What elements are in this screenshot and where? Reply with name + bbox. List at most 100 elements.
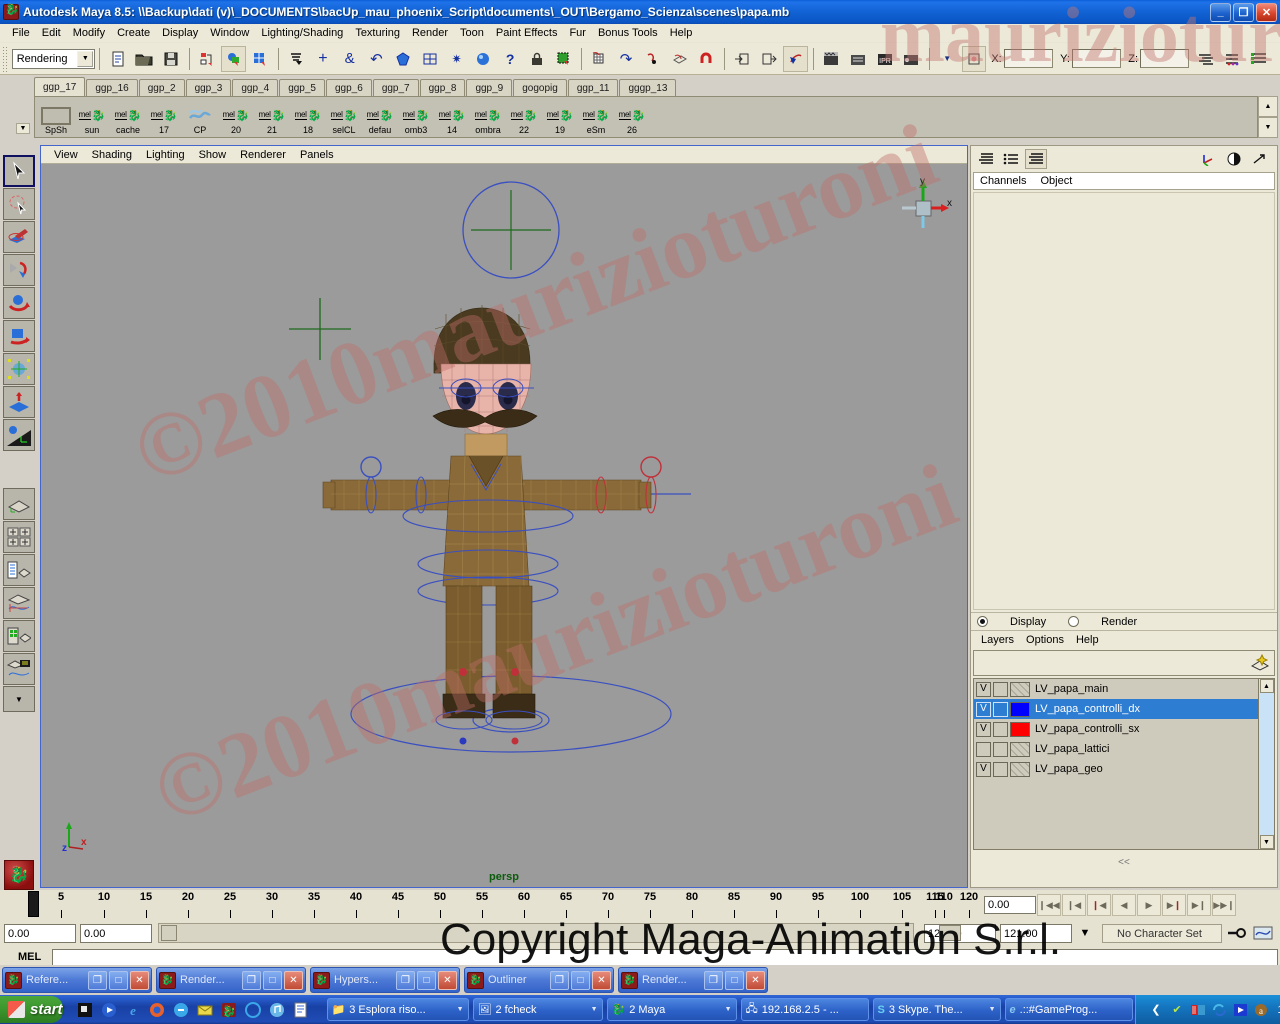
single-perspective-layout[interactable] (3, 488, 35, 520)
child-maximize-button[interactable]: □ (109, 970, 128, 990)
layer-playback-toggle[interactable] (993, 721, 1008, 737)
show-manipulator-dropdown-icon[interactable]: ▼ (935, 46, 960, 72)
viewport-menu-renderer[interactable]: Renderer (233, 149, 293, 161)
child-close-button[interactable]: ✕ (592, 970, 611, 990)
ipr-render-icon[interactable]: IPR (872, 46, 897, 72)
layer-visibility-toggle[interactable]: V (976, 761, 991, 777)
layer-playback-toggle[interactable] (993, 701, 1008, 717)
animation-preferences-icon[interactable] (1252, 923, 1274, 943)
chevron-down-icon[interactable]: ▼ (77, 50, 94, 67)
layer-visibility-toggle[interactable]: V (976, 721, 991, 737)
child-restore-button[interactable]: ❐ (396, 970, 415, 990)
layer-row[interactable]: V LV_papa_controlli_dx (974, 699, 1274, 719)
child-maximize-button[interactable]: □ (263, 970, 282, 990)
shelf-tab-ggp_7[interactable]: ggp_7 (372, 79, 419, 96)
menu-create[interactable]: Create (111, 26, 156, 40)
child-restore-button[interactable]: ❐ (704, 970, 723, 990)
opera-icon[interactable] (244, 1001, 262, 1019)
shelf-tab-ggp_3[interactable]: ggp_3 (185, 79, 232, 96)
show-manipulator-icon[interactable] (961, 45, 987, 72)
itunes-icon[interactable] (268, 1001, 286, 1019)
range-handle-left[interactable] (161, 925, 177, 941)
coord-y-field[interactable] (1071, 49, 1122, 68)
menu-modify[interactable]: Modify (67, 26, 111, 40)
taskbar-item-skype[interactable]: S 3 Skype. The... ▼ (872, 998, 1001, 1021)
scroll-up-icon[interactable]: ▲ (1259, 679, 1274, 693)
channel-box-icon[interactable] (1247, 46, 1272, 72)
menu-render[interactable]: Render (406, 26, 454, 40)
menu-file[interactable]: File (6, 26, 36, 40)
viewport-menu-view[interactable]: View (47, 149, 85, 161)
layer-playback-toggle[interactable] (993, 741, 1008, 757)
panel-collapse-handle[interactable]: << (971, 857, 1277, 869)
range-slider-track[interactable] (158, 923, 961, 943)
outliner-persp-layout[interactable] (3, 554, 35, 586)
new-scene-icon[interactable] (105, 46, 130, 72)
taskbar-item-fcheck[interactable]: 🖼 2 fcheck ▼ (472, 998, 603, 1021)
child-restore-button[interactable]: ❐ (242, 970, 261, 990)
shelf-button-18[interactable]: mel 🐉 18 (291, 99, 325, 135)
shelf-page-up-icon[interactable]: ▲ (1258, 96, 1278, 117)
snap-grid-icon[interactable] (587, 46, 612, 72)
menu-lighting-shading[interactable]: Lighting/Shading (255, 26, 349, 40)
layer-editor-icon[interactable] (1025, 149, 1047, 169)
input-connection-icon[interactable] (730, 46, 755, 72)
deform-tool-icon[interactable]: ✷ (444, 46, 469, 72)
shelf-tab-gogopig[interactable]: gogopig (513, 79, 567, 96)
range-start-field[interactable]: 0.00 (4, 923, 76, 943)
minimize-button[interactable]: _ (1210, 2, 1231, 22)
show-desktop-icon[interactable] (76, 1001, 94, 1019)
chevron-down-icon[interactable]: ▼ (457, 1006, 464, 1013)
soft-modification-tool[interactable] (3, 386, 35, 418)
layer-playback-toggle[interactable] (993, 681, 1008, 697)
child-window-outliner[interactable]: 🐉 Outliner ❐ □ ✕ (464, 967, 614, 993)
axis-display-icon[interactable] (1198, 149, 1220, 169)
layer-visibility-toggle[interactable] (976, 741, 991, 757)
current-time-indicator[interactable] (28, 891, 39, 917)
range-end-field[interactable]: 121.00 (1000, 923, 1072, 943)
viewport-menu-shading[interactable]: Shading (85, 149, 139, 161)
persp-graph-layout[interactable] (3, 587, 35, 619)
layer-color-swatch[interactable] (1010, 681, 1030, 697)
shelf-button-omb3[interactable]: mel 🐉 omb3 (399, 99, 433, 135)
layer-color-swatch[interactable] (1010, 721, 1030, 737)
layer-visibility-toggle[interactable]: V (976, 681, 991, 697)
shelf-button-spsh[interactable]: SpSh (39, 99, 73, 135)
viewport-3d-canvas[interactable]: y x z x persp (41, 164, 967, 887)
menu-help[interactable]: Help (664, 26, 699, 40)
shelf-tab-ggp_11[interactable]: ggp_11 (567, 79, 619, 96)
layer-row[interactable]: V LV_papa_main (974, 679, 1274, 699)
auto-keyframe-icon[interactable] (1226, 923, 1248, 943)
shelf-tab-ggp_16[interactable]: ggp_16 (86, 79, 138, 96)
move-tool[interactable] (3, 254, 35, 286)
layer-list-scrollbar[interactable]: ▲ ▼ (1258, 679, 1274, 849)
subdiv-tool-icon[interactable] (418, 46, 443, 72)
expand-panel-icon[interactable] (1248, 149, 1270, 169)
shelf-tab-gggp_13[interactable]: gggp_13 (619, 79, 677, 96)
child-maximize-button[interactable]: □ (417, 970, 436, 990)
shelf-button-cache[interactable]: mel 🐉 cache (111, 99, 145, 135)
child-close-button[interactable]: ✕ (438, 970, 457, 990)
shelf-button-26[interactable]: mel 🐉 26 (615, 99, 649, 135)
shelf-button-cp[interactable]: CP (183, 99, 217, 135)
universal-manipulator-tool[interactable] (3, 353, 35, 385)
render-settings-icon[interactable] (899, 46, 924, 72)
taskbar-item-network[interactable]: 🖧 192.168.2.5 - ... (740, 998, 869, 1021)
chevron-down-icon[interactable]: ▼ (725, 1006, 732, 1013)
coord-z-field[interactable] (1140, 49, 1190, 68)
menu-display[interactable]: Display (156, 26, 204, 40)
display-layer-list[interactable]: V LV_papa_main V LV_papa_controlli_dx V … (973, 678, 1275, 850)
chevron-down-icon[interactable]: ▼ (989, 1006, 996, 1013)
child-window-render-settings[interactable]: 🐉 Render... ❐ □ ✕ (618, 967, 768, 993)
shelf-tab-ggp_4[interactable]: ggp_4 (232, 79, 279, 96)
layer-color-swatch[interactable] (1010, 761, 1030, 777)
shading-toggle-icon[interactable] (1223, 149, 1245, 169)
app-icon[interactable] (172, 1001, 190, 1019)
output-connection-icon[interactable] (756, 46, 781, 72)
shelf-button-defau[interactable]: mel 🐉 defau (363, 99, 397, 135)
shelf-tab-ggp_9[interactable]: ggp_9 (466, 79, 513, 96)
menu-texturing[interactable]: Texturing (349, 26, 406, 40)
surface-tool-icon[interactable]: ↶ (364, 46, 389, 72)
child-window-render-view[interactable]: 🐉 Render... ❐ □ ✕ (156, 967, 306, 993)
child-restore-button[interactable]: ❐ (550, 970, 569, 990)
